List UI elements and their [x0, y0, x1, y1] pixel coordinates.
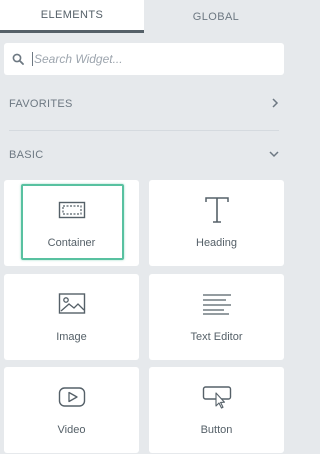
image-icon	[56, 288, 88, 320]
section-divider	[9, 130, 279, 131]
chevron-right-icon	[271, 97, 279, 111]
widget-label: Video	[57, 424, 86, 436]
button-icon	[201, 381, 233, 413]
basic-header[interactable]: BASIC	[0, 143, 288, 167]
widget-label: Button	[200, 424, 233, 436]
favorites-header[interactable]: FAVORITES	[0, 92, 288, 116]
search-input[interactable]	[32, 52, 284, 66]
widget-label: Text Editor	[190, 331, 243, 343]
widget-button[interactable]: Button	[149, 367, 284, 453]
favorites-label: FAVORITES	[9, 98, 73, 110]
widget-label: Container	[47, 237, 96, 249]
panel-tabs: ELEMENTS GLOBAL	[0, 0, 288, 33]
tab-elements[interactable]: ELEMENTS	[0, 0, 144, 33]
basic-label: BASIC	[9, 149, 44, 161]
widget-image[interactable]: Image	[4, 274, 139, 360]
widget-label: Image	[56, 331, 87, 343]
widget-container[interactable]: Container	[4, 180, 139, 266]
widget-heading[interactable]: Heading	[149, 180, 284, 266]
widget-label: Heading	[196, 237, 237, 249]
widget-video[interactable]: Video	[4, 367, 139, 453]
text-editor-icon	[201, 288, 233, 320]
search-box	[4, 43, 284, 75]
heading-icon	[201, 194, 233, 226]
video-icon	[56, 381, 88, 413]
search-icon	[4, 43, 32, 75]
container-icon	[56, 194, 88, 226]
tab-global[interactable]: GLOBAL	[144, 0, 288, 33]
chevron-down-icon	[269, 149, 279, 161]
widget-text-editor[interactable]: Text Editor	[149, 274, 284, 360]
